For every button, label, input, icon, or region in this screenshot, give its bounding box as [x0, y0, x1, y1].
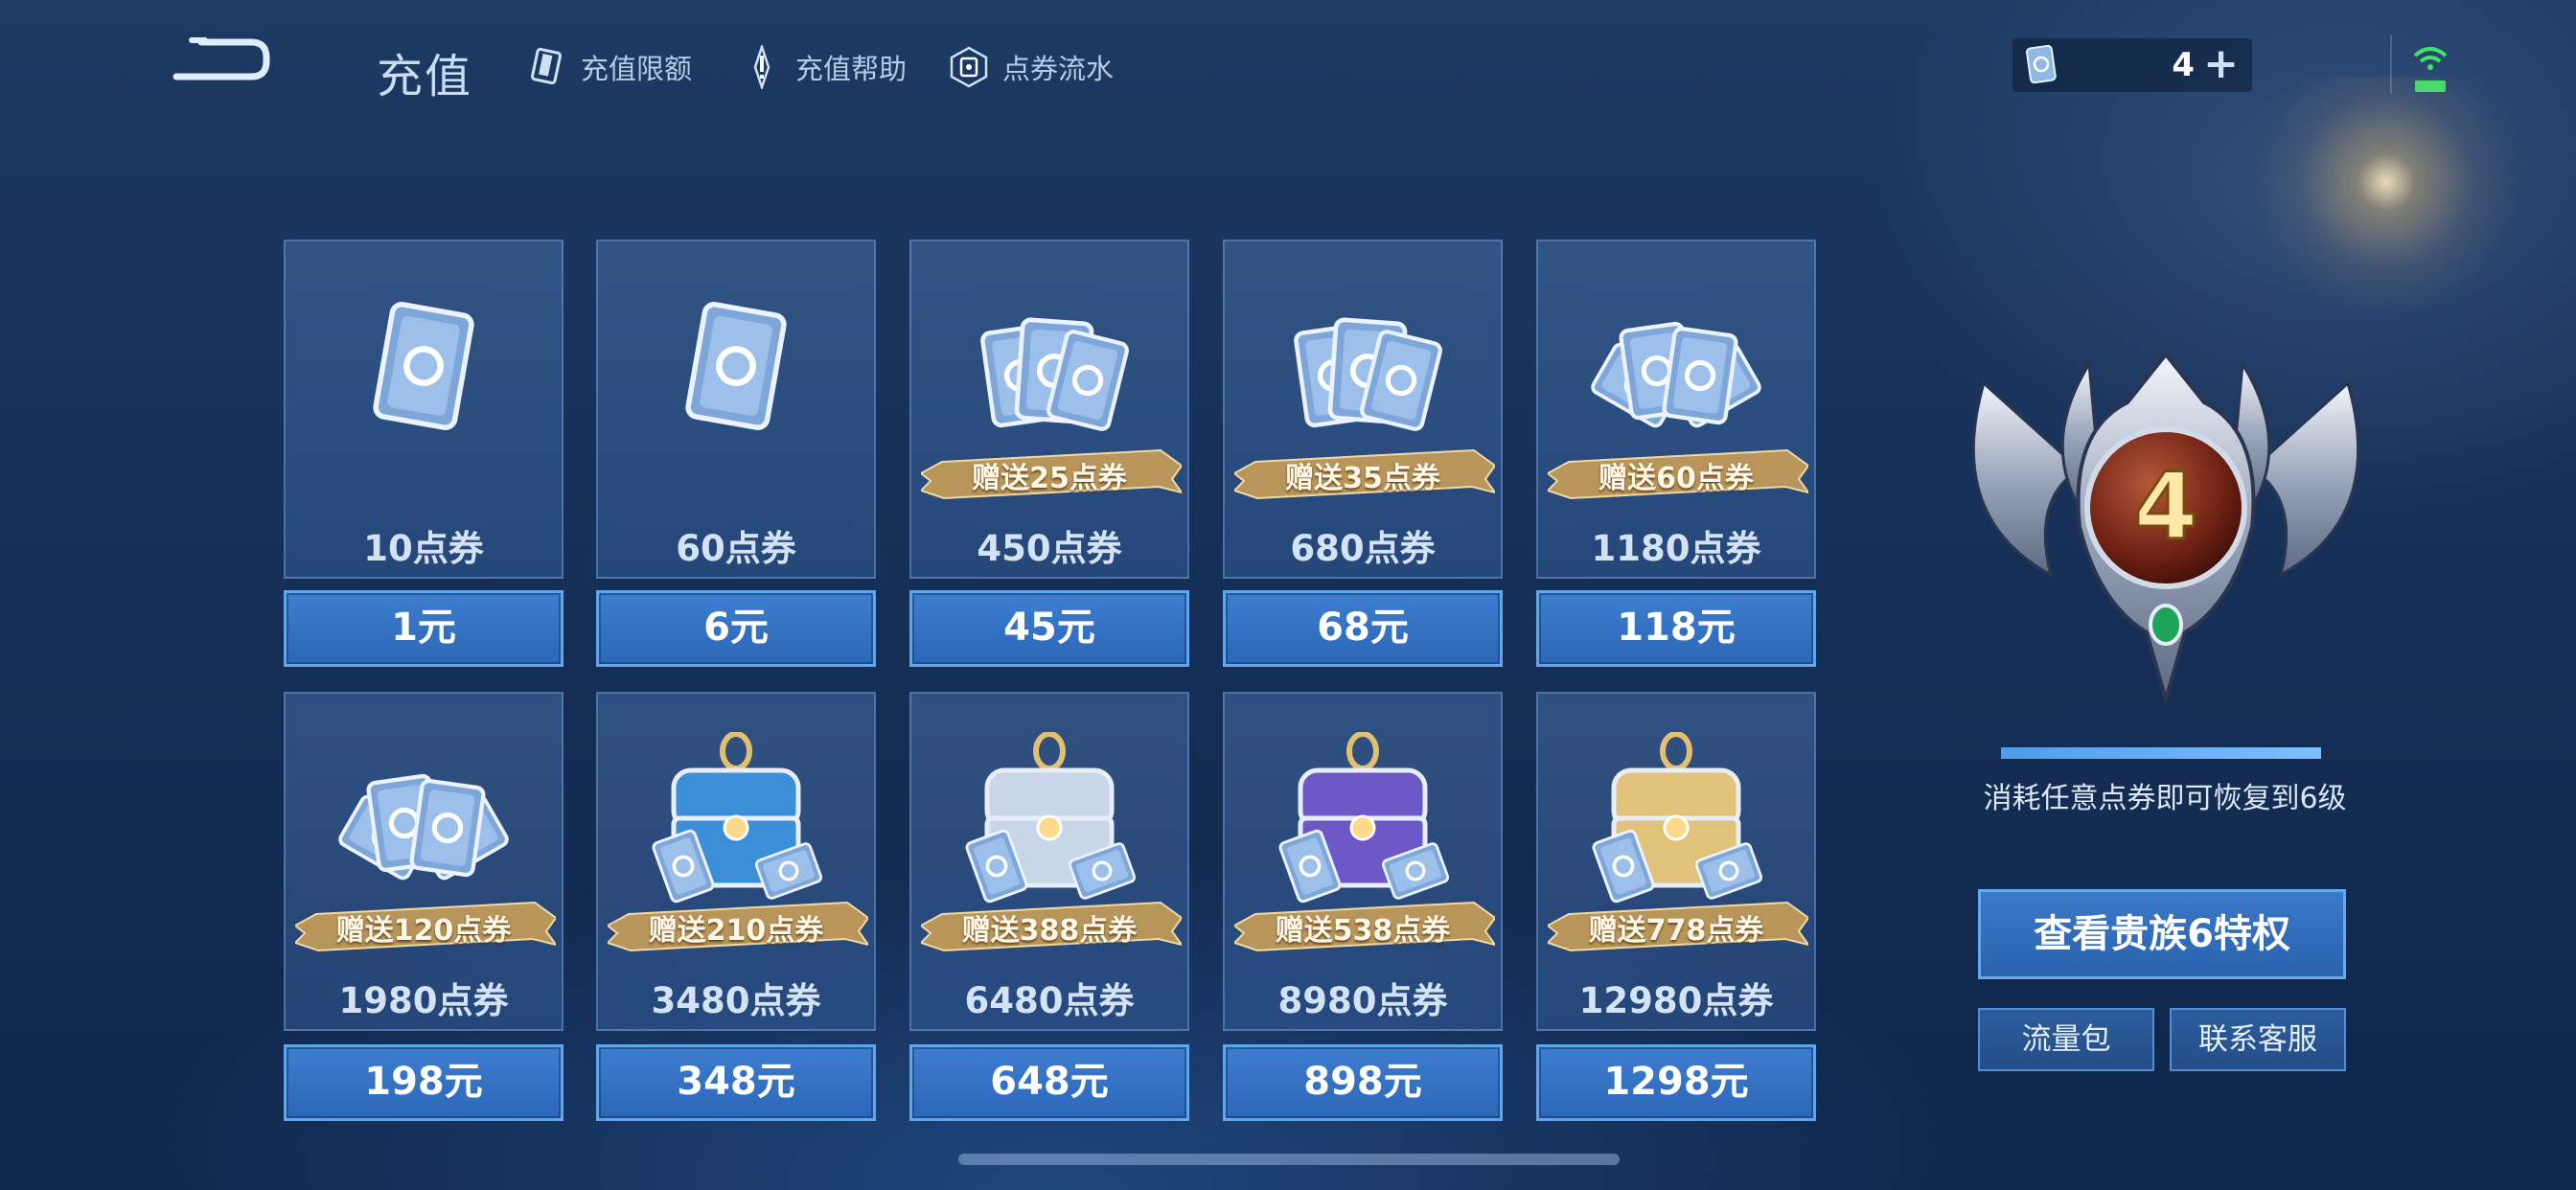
package-card-2[interactable]: 60点券 [596, 240, 876, 579]
page-title: 充值 [377, 50, 473, 103]
coupon-amount: 8980点券 [1277, 980, 1448, 1021]
bonus-ribbon: 赠送538点券 [1232, 897, 1498, 956]
card-icon [525, 45, 569, 89]
bonus-ribbon: 赠送120点券 [293, 897, 559, 956]
price-button-5[interactable]: 118元 [1536, 590, 1816, 667]
emerald-gem [2149, 604, 2183, 646]
coupon-flow-link[interactable]: 点券流水 [947, 42, 1114, 92]
bonus-ribbon: 赠送210点券 [606, 897, 871, 956]
package-card-9[interactable]: 赠送538点券 8980点券 [1223, 692, 1503, 1031]
traffic-pack-button[interactable]: 流量包 [1978, 1008, 2154, 1071]
coupon-amount: 1180点券 [1591, 528, 1761, 569]
single-coupon-image [598, 241, 874, 510]
price-button-1[interactable]: 1元 [284, 590, 564, 667]
back-arrow-icon[interactable] [163, 33, 278, 90]
price-button-9[interactable]: 898元 [1223, 1044, 1503, 1121]
vip-level-number: 4 [2134, 453, 2198, 561]
recharge-help-link[interactable]: 充值帮助 [740, 42, 907, 92]
vip-progress-bar [2001, 747, 2321, 759]
bonus-ribbon: 赠送388点券 [919, 897, 1184, 956]
bonus-ribbon: 赠送60点券 [1546, 445, 1811, 504]
package-card-3[interactable]: 赠送25点券 450点券 [909, 240, 1189, 579]
bonus-text: 赠送778点券 [1588, 914, 1764, 948]
price-button-10[interactable]: 1298元 [1536, 1044, 1816, 1121]
package-card-1[interactable]: 10点券 [284, 240, 564, 579]
vip-progress-fill [2001, 747, 2321, 759]
bonus-text: 赠送25点券 [972, 462, 1127, 495]
bonus-text: 赠送35点券 [1285, 462, 1440, 495]
coupon-count: 4 [2172, 46, 2195, 84]
price-button-4[interactable]: 68元 [1223, 590, 1503, 667]
bonus-ribbon: 赠送35点券 [1232, 445, 1498, 504]
exclamation-icon [740, 45, 784, 89]
coupon-amount: 6480点券 [964, 980, 1135, 1021]
coupon-amount: 3480点券 [651, 980, 821, 1021]
price-button-2[interactable]: 6元 [596, 590, 876, 667]
coupon-amount: 12980点券 [1578, 980, 1774, 1021]
package-card-7[interactable]: 赠送210点券 3480点券 [596, 692, 876, 1031]
price-button-6[interactable]: 198元 [284, 1044, 564, 1121]
contact-service-button[interactable]: 联系客服 [2170, 1008, 2346, 1071]
package-card-4[interactable]: 赠送35点券 680点券 [1223, 240, 1503, 579]
recharge-limit-link[interactable]: 充值限额 [525, 42, 692, 92]
single-coupon-image [286, 241, 562, 510]
bonus-text: 赠送120点券 [335, 914, 512, 948]
price-button-3[interactable]: 45元 [909, 590, 1189, 667]
package-card-5[interactable]: 赠送60点券 1180点券 [1536, 240, 1816, 579]
bonus-text: 赠送538点券 [1275, 914, 1451, 948]
coupon-flow-label: 点券流水 [1002, 53, 1115, 85]
vip-badge: 4 [1926, 326, 2405, 709]
recharge-help-label: 充值帮助 [795, 53, 908, 85]
price-button-7[interactable]: 348元 [596, 1044, 876, 1121]
back-button[interactable] [163, 33, 278, 90]
add-coupon-button[interactable]: + [2203, 40, 2239, 88]
home-indicator [958, 1154, 1620, 1165]
sparkle-effect [2242, 77, 2530, 326]
package-card-10[interactable]: 赠送778点券 12980点券 [1536, 692, 1816, 1031]
view-vip-privileges-button[interactable]: 查看贵族6特权 [1978, 889, 2346, 979]
package-card-6[interactable]: 赠送120点券 1980点券 [284, 692, 564, 1031]
coupon-amount: 10点券 [363, 528, 484, 569]
recharge-limit-label: 充值限额 [581, 53, 693, 85]
bonus-ribbon: 赠送778点券 [1546, 897, 1811, 956]
package-card-8[interactable]: 赠送388点券 6480点券 [909, 692, 1189, 1031]
coupon-amount: 450点券 [977, 528, 1122, 569]
price-button-8[interactable]: 648元 [909, 1044, 1189, 1121]
coupon-amount: 680点券 [1290, 528, 1436, 569]
bonus-text: 赠送60点券 [1598, 462, 1754, 495]
bonus-ribbon: 赠送25点券 [919, 445, 1184, 504]
restore-hint: 消耗任意点券即可恢复到6级 [1983, 782, 2347, 815]
bonus-text: 赠送388点券 [961, 914, 1138, 948]
coupon-amount: 1980点券 [338, 980, 509, 1021]
coupon-amount: 60点券 [676, 528, 796, 569]
coupon-icon [2025, 44, 2058, 90]
bonus-text: 赠送210点券 [648, 914, 824, 948]
coupon-balance: 4 + [2012, 38, 2252, 92]
ticket-flow-icon [947, 45, 991, 89]
